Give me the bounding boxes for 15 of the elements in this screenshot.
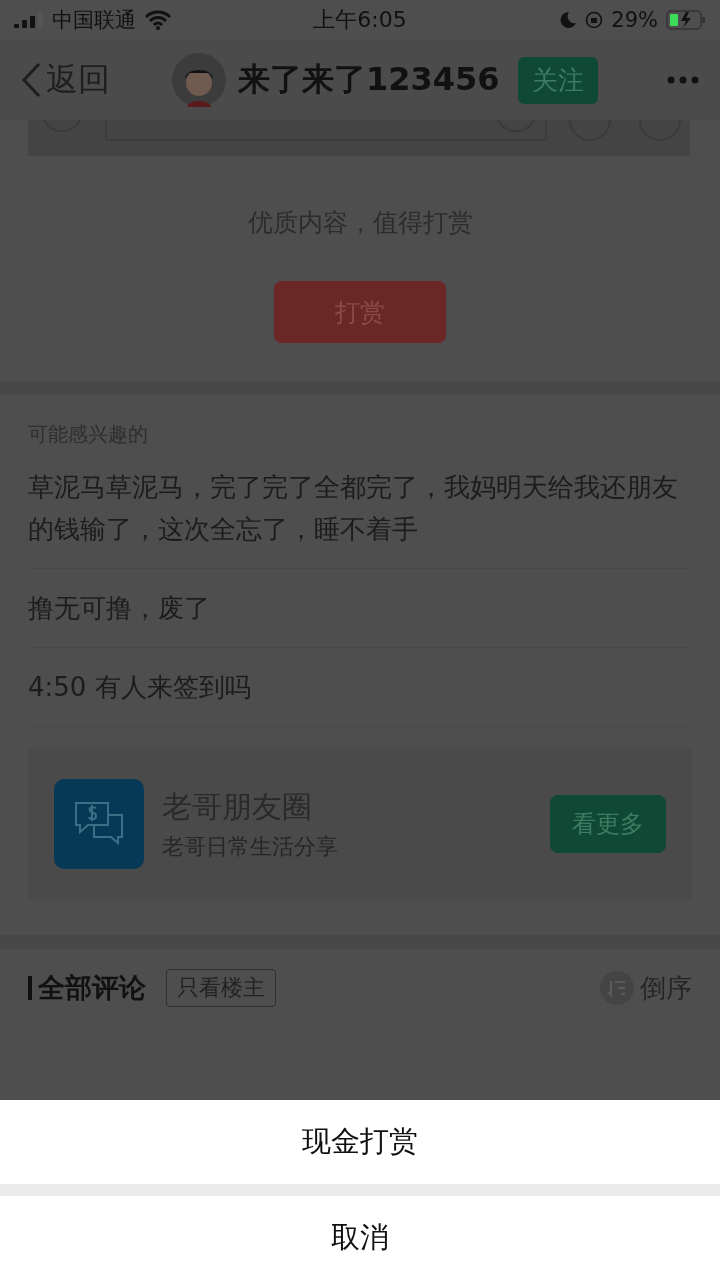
chat-money-icon	[54, 779, 144, 869]
moon-icon	[559, 11, 578, 29]
avatar-icon	[172, 53, 226, 107]
wifi-icon	[144, 10, 172, 30]
user-name: 来了来了123456	[238, 59, 500, 100]
more-icon[interactable]	[666, 75, 700, 85]
battery-charging-icon	[666, 10, 706, 30]
cash-reward-option[interactable]: 现金打赏	[0, 1100, 720, 1184]
carrier-name: 中国联通	[52, 7, 136, 34]
battery-percent: 29%	[611, 8, 658, 32]
signal-icon	[14, 12, 44, 28]
cancel-button[interactable]: 取消	[0, 1196, 720, 1280]
chevron-left-icon	[20, 62, 42, 98]
rotation-lock-icon	[585, 11, 604, 29]
clock-time: 上午6:05	[313, 6, 407, 34]
